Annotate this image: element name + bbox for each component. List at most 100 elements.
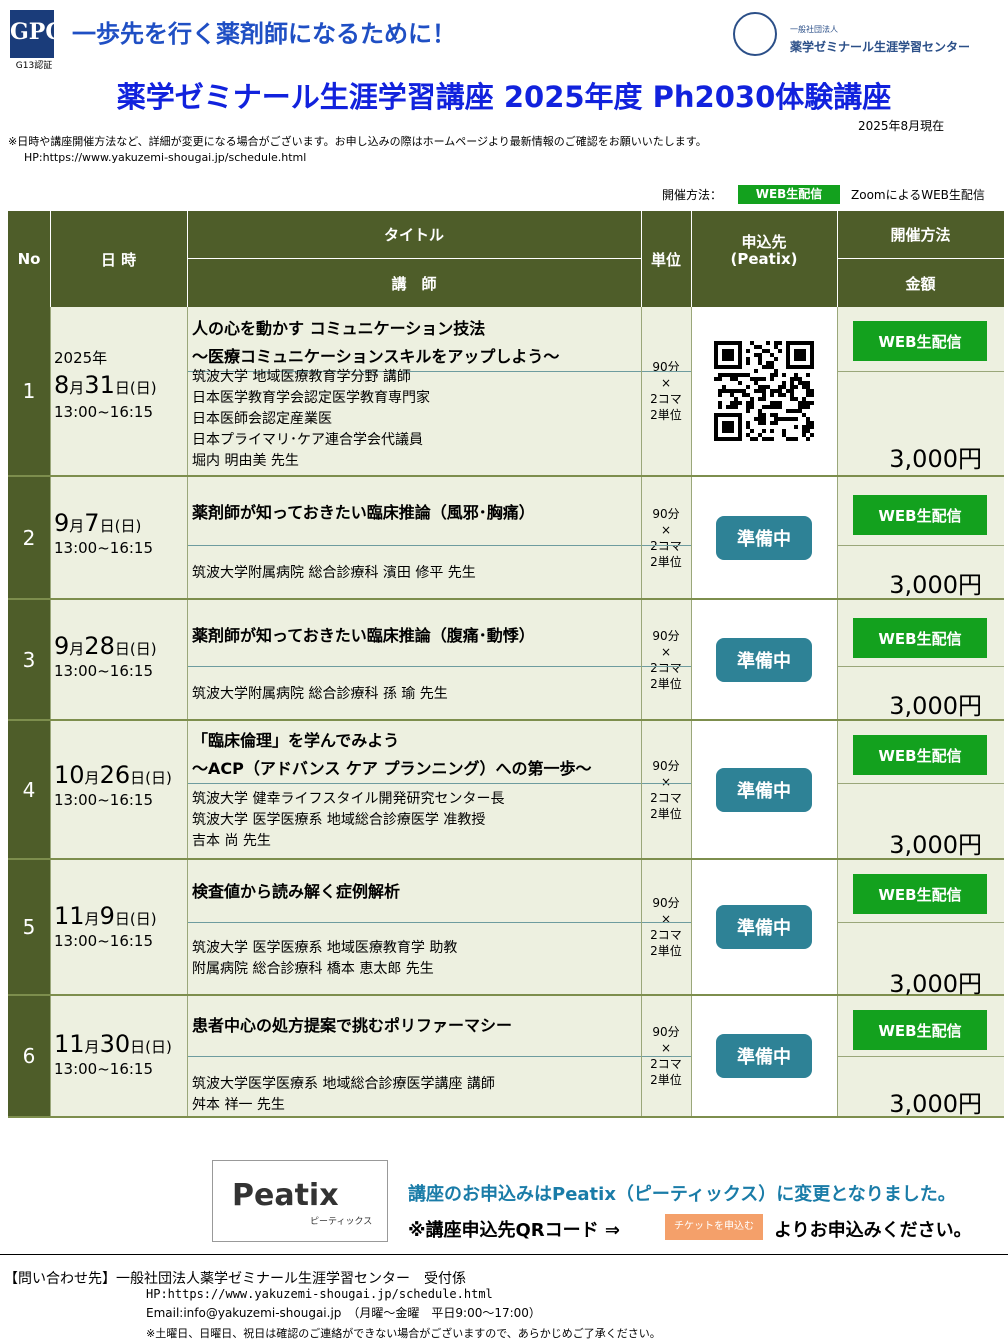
row-month: 11 <box>54 902 85 930</box>
row-day: 28 <box>84 632 115 660</box>
row-title: 「臨床倫理」を学んでみよう <box>192 731 400 750</box>
lecturer-line: 筑波大学附属病院 総合診療科 孫 瑜 先生 <box>192 686 448 702</box>
unit-line: × <box>660 376 672 390</box>
contact-homepage-link[interactable]: HP:https://www.yakuzemi-shougai.jp/sched… <box>146 1287 493 1301</box>
method-price-divider <box>837 783 1004 784</box>
unit-line: 90分 <box>652 1025 680 1039</box>
row-subtitle: ～医療コミュニケーションスキルをアップしよう～ <box>192 347 560 366</box>
footer-divider <box>0 1254 1008 1255</box>
table-row: 1 2025年 8月31日(日) 13:00~16:15 人の心を動かす コミュニケーシ… <box>8 307 1004 477</box>
cell-border <box>50 477 51 598</box>
row-month-suffix: 月 <box>69 640 85 658</box>
table-row: 4 10月26日(日) 13:00~16:15 「臨床倫理」を学んでみよう ～ACP（ア… <box>8 721 1004 860</box>
row-date: 9月7日(日) <box>54 509 141 537</box>
row-number: 6 <box>8 996 50 1116</box>
title-lecturer-divider <box>187 545 641 546</box>
row-price: 3,000円 <box>889 1090 982 1118</box>
cell-border <box>50 996 51 1116</box>
row-date-cell: 9月28日(日) 13:00~16:15 <box>50 600 187 719</box>
unit-line: × <box>660 1041 672 1055</box>
unit-line: 2コマ <box>650 928 682 942</box>
unit-divider <box>641 922 691 923</box>
row-apply-cell: 準備中 <box>691 860 837 994</box>
lecturer-line: 舛本 祥一 先生 <box>192 1097 285 1113</box>
cell-border <box>641 860 642 994</box>
header-unit: 単位 <box>650 250 681 269</box>
apply-status-button[interactable]: 準備中 <box>716 767 812 812</box>
row-title: 検査値から読み解く症例解析 <box>192 882 401 901</box>
unit-line: × <box>660 522 672 537</box>
unit-line: 90分 <box>652 360 680 374</box>
gpc-logo: GPC <box>10 10 63 58</box>
table-row: 5 11月9日(日) 13:00~16:15 検査値から読み解く症例解析 筑波大学 医学… <box>8 860 1004 998</box>
row-title: 患者中心の処方提案で挑むポリファーマシー <box>192 1016 513 1035</box>
row-month-suffix: 月 <box>69 379 85 397</box>
row-price: 3,000円 <box>889 445 982 473</box>
row-title-cell: 「臨床倫理」を学んでみよう ～ACP（アドバンス ケア プランニング）への第一歩～… <box>187 721 641 858</box>
row-unit-cell: 90分 × 2コマ 2単位 <box>641 307 691 475</box>
row-dow: (日) <box>114 517 142 535</box>
table-row: 6 11月30日(日) 13:00~16:15 患者中心の処方提案で挑むポリファーマシ… <box>8 996 1004 1118</box>
row-lecturer: 筑波大学附属病院 総合診療科 孫 瑜 先生 <box>192 684 448 705</box>
row-title: 薬剤師が知っておきたい臨床推論（腹痛･動悸） <box>192 626 535 645</box>
homepage-link[interactable]: HP:https://www.yakuzemi-shougai.jp/sched… <box>24 151 306 164</box>
org-name: 薬学ゼミナール生涯学習センター <box>790 40 971 54</box>
row-day: 30 <box>99 1030 131 1058</box>
lecturer-line: 筑波大学 地域医療教育学分野 講師 <box>192 369 411 385</box>
row-date: 9月28日(日) <box>54 632 157 660</box>
contact-email[interactable]: Email:info@yakuzemi-shougai.jp （月曜～金曜 平日… <box>146 1304 541 1321</box>
cell-border <box>837 307 838 475</box>
row-day-suffix: 日 <box>130 769 146 787</box>
row-month-suffix: 月 <box>69 517 85 535</box>
row-method-cell: WEB生配信 3,000円 <box>837 307 1004 475</box>
apply-status-button[interactable]: 準備中 <box>716 1034 812 1078</box>
row-month: 8 <box>54 371 70 399</box>
row-day-suffix: 日 <box>114 910 130 928</box>
header-title: タイトル <box>383 225 444 244</box>
logo-certification: G13認証 <box>15 61 53 71</box>
unit-line: 2コマ <box>650 790 682 805</box>
row-date-cell: 11月30日(日) 13:00~16:15 <box>50 996 187 1116</box>
unit-line: 2コマ <box>650 392 682 406</box>
cell-border <box>691 996 692 1116</box>
row-number: 4 <box>8 721 50 858</box>
row-date-cell: 10月26日(日) 13:00~16:15 <box>50 721 187 858</box>
row-day: 7 <box>84 509 100 537</box>
cell-border <box>691 477 692 598</box>
cell-border <box>50 860 51 994</box>
web-live-badge: WEB生配信 <box>853 321 987 361</box>
row-number: 3 <box>8 600 50 719</box>
row-time: 13:00~16:15 <box>54 403 154 421</box>
row-time: 13:00~16:15 <box>54 539 154 557</box>
unit-line: 90分 <box>652 506 680 521</box>
row-lecturer: 筑波大学 地域医療教育学分野 講師 日本医学教育学会認定医学教育専門家 日本医師会認… <box>192 367 430 472</box>
cell-border <box>187 600 188 719</box>
header-method: 開催方法 <box>890 225 951 244</box>
row-day-suffix: 日 <box>130 1038 146 1056</box>
row-apply-cell: 準備中 <box>691 721 837 858</box>
unit-line: 90分 <box>652 758 680 773</box>
unit-line: 2コマ <box>650 660 682 675</box>
row-price: 3,000円 <box>889 692 982 720</box>
peatix-qr-code[interactable] <box>714 341 814 441</box>
cell-border <box>50 600 51 719</box>
row-apply-cell: 準備中 <box>691 477 837 598</box>
legend-description: ZoomによるWEB生配信 <box>851 188 985 202</box>
page-title: 薬学ゼミナール生涯学習講座 2025年度 Ph2030体験講座 <box>116 80 892 114</box>
peatix-logo: Peatix <box>232 1178 339 1213</box>
unit-line: × <box>660 644 672 659</box>
row-month: 10 <box>54 761 85 789</box>
ticket-apply-button[interactable]: チケットを申込む <box>665 1214 763 1240</box>
lecturer-line: 日本プライマリ･ケア連合学会代議員 <box>192 432 423 448</box>
apply-status-button[interactable]: 準備中 <box>716 637 812 682</box>
peatix-message: 講座のお申込みはPeatix（ピーティックス）に変更となりました。 <box>408 1184 956 1205</box>
lecturer-line: 堀内 明由美 先生 <box>192 453 299 469</box>
peatix-qr-message-tail: よりお申込みください。 <box>774 1220 972 1241</box>
apply-status-button[interactable]: 準備中 <box>716 905 812 949</box>
row-month: 9 <box>54 632 70 660</box>
row-month-suffix: 月 <box>84 1038 100 1056</box>
header-apply-sub: (Peatix) <box>730 250 798 268</box>
unit-line: 2単位 <box>650 554 682 569</box>
apply-status-button[interactable]: 準備中 <box>716 515 812 560</box>
date-note: 2025年8月現在 <box>858 119 945 133</box>
